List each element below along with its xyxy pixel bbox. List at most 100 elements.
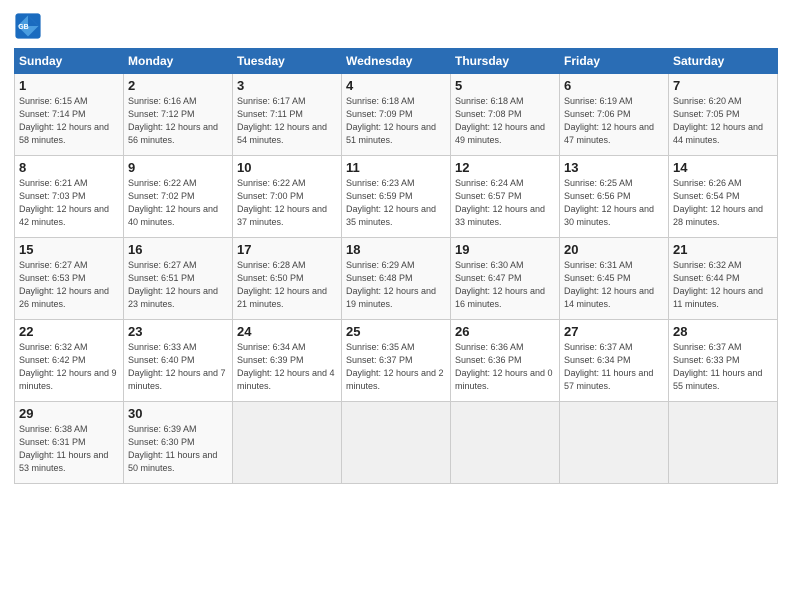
daylight-text: Daylight: 12 hours and 19 minutes.	[346, 286, 436, 309]
calendar-cell: 20 Sunrise: 6:31 AM Sunset: 6:45 PM Dayl…	[560, 238, 669, 320]
day-info: Sunrise: 6:17 AM Sunset: 7:11 PM Dayligh…	[237, 95, 337, 147]
calendar-cell: 16 Sunrise: 6:27 AM Sunset: 6:51 PM Dayl…	[124, 238, 233, 320]
sunset-text: Sunset: 6:31 PM	[19, 437, 86, 447]
day-info: Sunrise: 6:18 AM Sunset: 7:09 PM Dayligh…	[346, 95, 446, 147]
day-number: 16	[128, 242, 228, 257]
daylight-text: Daylight: 12 hours and 16 minutes.	[455, 286, 545, 309]
sunrise-text: Sunrise: 6:27 AM	[128, 260, 197, 270]
sunrise-text: Sunrise: 6:33 AM	[128, 342, 197, 352]
sunset-text: Sunset: 7:08 PM	[455, 109, 522, 119]
sunrise-text: Sunrise: 6:23 AM	[346, 178, 415, 188]
sunrise-text: Sunrise: 6:36 AM	[455, 342, 524, 352]
daylight-text: Daylight: 11 hours and 53 minutes.	[19, 450, 108, 473]
day-info: Sunrise: 6:20 AM Sunset: 7:05 PM Dayligh…	[673, 95, 773, 147]
sunrise-text: Sunrise: 6:32 AM	[19, 342, 88, 352]
col-sunday: Sunday	[15, 49, 124, 74]
calendar-cell: 30 Sunrise: 6:39 AM Sunset: 6:30 PM Dayl…	[124, 402, 233, 484]
day-number: 28	[673, 324, 773, 339]
sunset-text: Sunset: 7:12 PM	[128, 109, 195, 119]
svg-text:GB: GB	[18, 24, 29, 31]
calendar-cell: 25 Sunrise: 6:35 AM Sunset: 6:37 PM Dayl…	[342, 320, 451, 402]
calendar-cell: 10 Sunrise: 6:22 AM Sunset: 7:00 PM Dayl…	[233, 156, 342, 238]
calendar-cell: 6 Sunrise: 6:19 AM Sunset: 7:06 PM Dayli…	[560, 74, 669, 156]
sunset-text: Sunset: 6:34 PM	[564, 355, 631, 365]
day-number: 3	[237, 78, 337, 93]
day-number: 7	[673, 78, 773, 93]
daylight-text: Daylight: 12 hours and 35 minutes.	[346, 204, 436, 227]
daylight-text: Daylight: 12 hours and 44 minutes.	[673, 122, 763, 145]
calendar-cell: 21 Sunrise: 6:32 AM Sunset: 6:44 PM Dayl…	[669, 238, 778, 320]
sunrise-text: Sunrise: 6:15 AM	[19, 96, 88, 106]
logo: GB	[14, 12, 46, 40]
calendar-cell: 5 Sunrise: 6:18 AM Sunset: 7:08 PM Dayli…	[451, 74, 560, 156]
calendar-week-row: 8 Sunrise: 6:21 AM Sunset: 7:03 PM Dayli…	[15, 156, 778, 238]
sunset-text: Sunset: 6:39 PM	[237, 355, 304, 365]
day-info: Sunrise: 6:37 AM Sunset: 6:33 PM Dayligh…	[673, 341, 773, 393]
calendar-week-row: 29 Sunrise: 6:38 AM Sunset: 6:31 PM Dayl…	[15, 402, 778, 484]
calendar-cell: 28 Sunrise: 6:37 AM Sunset: 6:33 PM Dayl…	[669, 320, 778, 402]
sunset-text: Sunset: 6:53 PM	[19, 273, 86, 283]
daylight-text: Daylight: 12 hours and 49 minutes.	[455, 122, 545, 145]
daylight-text: Daylight: 12 hours and 0 minutes.	[455, 368, 553, 391]
sunrise-text: Sunrise: 6:25 AM	[564, 178, 633, 188]
calendar-cell: 12 Sunrise: 6:24 AM Sunset: 6:57 PM Dayl…	[451, 156, 560, 238]
day-info: Sunrise: 6:34 AM Sunset: 6:39 PM Dayligh…	[237, 341, 337, 393]
day-info: Sunrise: 6:24 AM Sunset: 6:57 PM Dayligh…	[455, 177, 555, 229]
calendar-cell: 11 Sunrise: 6:23 AM Sunset: 6:59 PM Dayl…	[342, 156, 451, 238]
calendar-cell: 17 Sunrise: 6:28 AM Sunset: 6:50 PM Dayl…	[233, 238, 342, 320]
day-number: 30	[128, 406, 228, 421]
sunset-text: Sunset: 6:50 PM	[237, 273, 304, 283]
day-info: Sunrise: 6:26 AM Sunset: 6:54 PM Dayligh…	[673, 177, 773, 229]
day-number: 6	[564, 78, 664, 93]
sunrise-text: Sunrise: 6:38 AM	[19, 424, 88, 434]
calendar-cell: 9 Sunrise: 6:22 AM Sunset: 7:02 PM Dayli…	[124, 156, 233, 238]
sunrise-text: Sunrise: 6:28 AM	[237, 260, 306, 270]
day-info: Sunrise: 6:38 AM Sunset: 6:31 PM Dayligh…	[19, 423, 119, 475]
sunset-text: Sunset: 7:05 PM	[673, 109, 740, 119]
sunrise-text: Sunrise: 6:16 AM	[128, 96, 197, 106]
sunrise-text: Sunrise: 6:27 AM	[19, 260, 88, 270]
day-number: 29	[19, 406, 119, 421]
calendar-cell	[451, 402, 560, 484]
day-number: 17	[237, 242, 337, 257]
col-tuesday: Tuesday	[233, 49, 342, 74]
sunset-text: Sunset: 6:47 PM	[455, 273, 522, 283]
calendar-cell: 22 Sunrise: 6:32 AM Sunset: 6:42 PM Dayl…	[15, 320, 124, 402]
sunrise-text: Sunrise: 6:22 AM	[128, 178, 197, 188]
daylight-text: Daylight: 12 hours and 54 minutes.	[237, 122, 327, 145]
sunset-text: Sunset: 7:06 PM	[564, 109, 631, 119]
sunset-text: Sunset: 7:02 PM	[128, 191, 195, 201]
daylight-text: Daylight: 12 hours and 51 minutes.	[346, 122, 436, 145]
day-number: 2	[128, 78, 228, 93]
daylight-text: Daylight: 12 hours and 9 minutes.	[19, 368, 117, 391]
daylight-text: Daylight: 12 hours and 28 minutes.	[673, 204, 763, 227]
day-info: Sunrise: 6:23 AM Sunset: 6:59 PM Dayligh…	[346, 177, 446, 229]
calendar-cell: 1 Sunrise: 6:15 AM Sunset: 7:14 PM Dayli…	[15, 74, 124, 156]
sunrise-text: Sunrise: 6:35 AM	[346, 342, 415, 352]
calendar-cell: 2 Sunrise: 6:16 AM Sunset: 7:12 PM Dayli…	[124, 74, 233, 156]
day-info: Sunrise: 6:21 AM Sunset: 7:03 PM Dayligh…	[19, 177, 119, 229]
sunset-text: Sunset: 6:56 PM	[564, 191, 631, 201]
sunset-text: Sunset: 7:09 PM	[346, 109, 413, 119]
sunrise-text: Sunrise: 6:19 AM	[564, 96, 633, 106]
day-info: Sunrise: 6:31 AM Sunset: 6:45 PM Dayligh…	[564, 259, 664, 311]
calendar-cell: 14 Sunrise: 6:26 AM Sunset: 6:54 PM Dayl…	[669, 156, 778, 238]
daylight-text: Daylight: 12 hours and 30 minutes.	[564, 204, 654, 227]
col-monday: Monday	[124, 49, 233, 74]
day-info: Sunrise: 6:18 AM Sunset: 7:08 PM Dayligh…	[455, 95, 555, 147]
day-info: Sunrise: 6:22 AM Sunset: 7:00 PM Dayligh…	[237, 177, 337, 229]
day-number: 20	[564, 242, 664, 257]
sunset-text: Sunset: 6:45 PM	[564, 273, 631, 283]
day-info: Sunrise: 6:28 AM Sunset: 6:50 PM Dayligh…	[237, 259, 337, 311]
daylight-text: Daylight: 12 hours and 56 minutes.	[128, 122, 218, 145]
day-number: 25	[346, 324, 446, 339]
daylight-text: Daylight: 11 hours and 55 minutes.	[673, 368, 762, 391]
col-wednesday: Wednesday	[342, 49, 451, 74]
daylight-text: Daylight: 11 hours and 50 minutes.	[128, 450, 217, 473]
sunset-text: Sunset: 7:11 PM	[237, 109, 303, 119]
calendar-cell: 27 Sunrise: 6:37 AM Sunset: 6:34 PM Dayl…	[560, 320, 669, 402]
calendar-cell: 13 Sunrise: 6:25 AM Sunset: 6:56 PM Dayl…	[560, 156, 669, 238]
col-thursday: Thursday	[451, 49, 560, 74]
day-info: Sunrise: 6:22 AM Sunset: 7:02 PM Dayligh…	[128, 177, 228, 229]
day-info: Sunrise: 6:27 AM Sunset: 6:51 PM Dayligh…	[128, 259, 228, 311]
